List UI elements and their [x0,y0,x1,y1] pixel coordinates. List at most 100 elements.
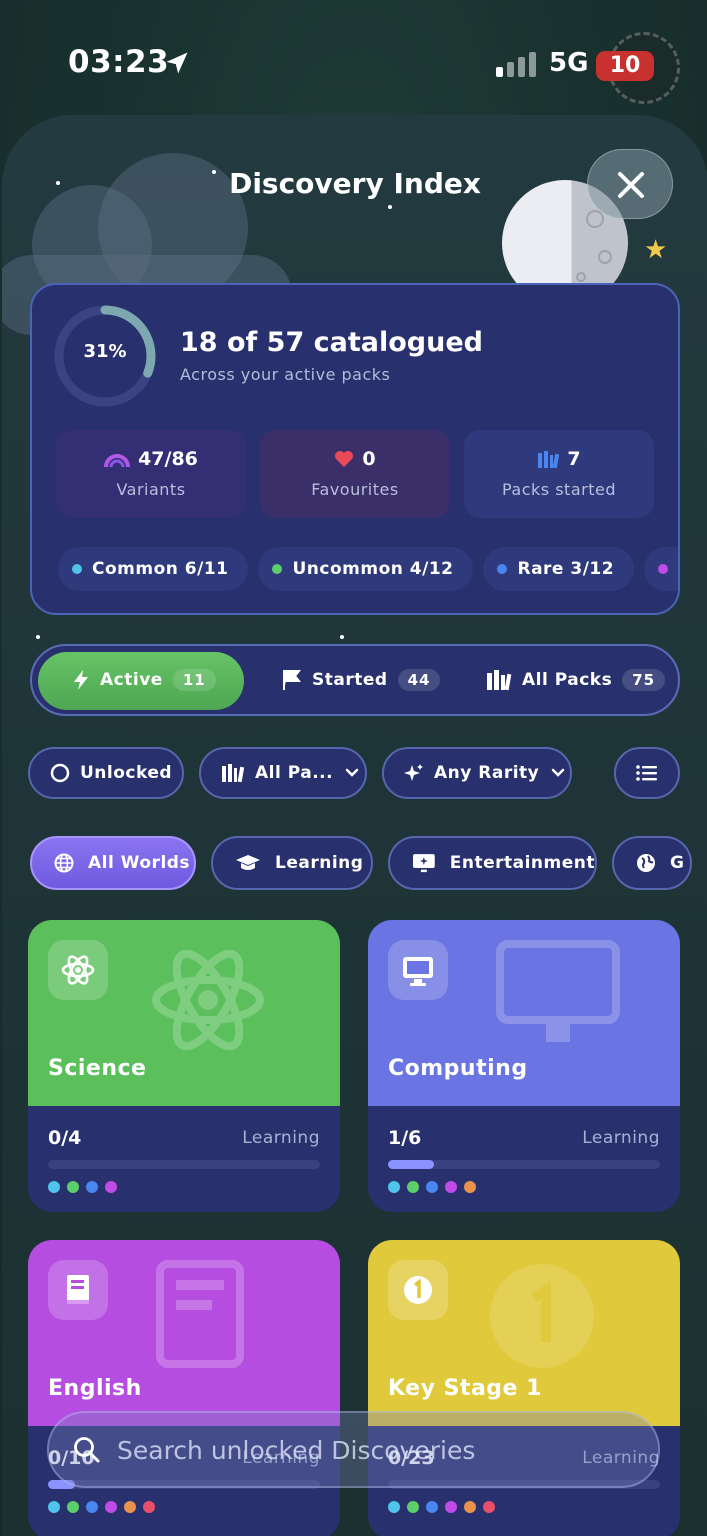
circle-outline-icon [50,763,70,783]
world-chip-learning[interactable]: Learning [211,836,373,890]
card-title: English [48,1376,142,1401]
world-chip-entertainment[interactable]: Entertainment [388,836,597,890]
list-icon [636,765,657,781]
rarity-dot-icon [105,1181,117,1193]
rarity-dots [48,1181,117,1193]
rarity-dot-icon [86,1181,98,1193]
card-header: English [28,1240,340,1426]
rarity-label: Rare 3/12 [517,559,615,579]
rarity-dot-icon [48,1501,60,1513]
search-icon [74,1437,100,1463]
card-progress-bar [48,1160,320,1169]
card-title: Computing [388,1056,528,1081]
world-chip-label: G [670,853,685,873]
stat-packs-label: Packs started [502,480,616,499]
books-icon [487,670,512,691]
world-card-computing[interactable]: Computing 1/6 Learning [368,920,680,1212]
rarity-dot-icon [464,1501,476,1513]
card-title: Science [48,1056,147,1081]
star-dot [340,635,344,639]
rarity-chip-epic[interactable]: E [644,547,678,591]
world-chip-all-worlds[interactable]: All Worlds [30,836,196,890]
rarity-dot-icon [483,1501,495,1513]
pack-scope-segmented-control: Active 11 Started 44 All Packs 75 [30,644,680,716]
segment-all-packs-label: All Packs [522,670,613,690]
monitor-watermark-icon [496,940,620,1042]
world-chip-label: Learning [275,853,364,873]
rarity-chips: Common 6/11 Uncommon 4/12 Rare 3/12 E [58,547,678,591]
progress-percent: 31% [83,341,127,362]
flag-icon [283,670,302,690]
stat-favourites-label: Favourites [311,480,399,499]
book-icon [48,1260,108,1320]
book-watermark-icon [156,1260,244,1368]
star-icon: ★ [644,235,668,265]
stat-packs-value: 7 [567,448,581,470]
close-icon [618,172,644,198]
globe-icon [54,853,74,873]
segment-active-label: Active [100,670,163,690]
star-dot [388,205,392,209]
uncommon-dot-icon [272,564,283,574]
segment-active-count: 11 [172,669,216,691]
rarity-dot-icon [426,1501,438,1513]
world-card-english[interactable]: English 0/10 Learning [28,1240,340,1536]
screen-icon [412,854,435,873]
rarity-dot-icon [407,1501,419,1513]
search-input[interactable] [117,1427,637,1473]
list-view-toggle-button[interactable] [614,747,680,799]
status-time: 03:23 [68,44,170,80]
number-one-watermark-icon [490,1264,594,1368]
rare-dot-icon [497,564,508,574]
world-card-science[interactable]: Science 0/4 Learning [28,920,340,1212]
search-bar[interactable] [47,1411,660,1488]
rarity-dot-icon [426,1181,438,1193]
discovery-sheet: ★ Discovery Index 31% 18 of 57 catalogue… [2,115,707,1536]
world-chip-more[interactable]: G [612,836,692,890]
world-card-key-stage-1[interactable]: Key Stage 1 0/23 Learning [368,1240,680,1536]
star-dot [36,635,40,639]
stat-packs-started: 7 Packs started [464,430,654,518]
catalogue-summary-card: 31% 18 of 57 catalogued Across your acti… [30,283,680,615]
rarity-dot-icon [67,1181,79,1193]
segment-started[interactable]: Started 44 [282,646,441,714]
rarity-filter-dropdown[interactable]: Any Rarity [382,747,572,799]
rarity-label: Common 6/11 [92,559,229,579]
rarity-dot-icon [445,1181,457,1193]
card-progress-bar [388,1160,660,1169]
rarity-chip-uncommon[interactable]: Uncommon 4/12 [258,547,474,591]
rarity-chip-rare[interactable]: Rare 3/12 [483,547,635,591]
number-one-icon [388,1260,448,1320]
stat-variants-value: 47/86 [138,448,198,470]
close-button[interactable] [587,149,673,219]
common-dot-icon [72,564,82,574]
card-category: Learning [242,1128,320,1148]
signal-icon [496,52,536,77]
unlocked-filter-label: Unlocked [80,763,173,783]
chevron-down-icon [551,768,565,778]
world-chip-label: Entertainment [449,853,595,873]
chevron-down-icon [345,768,359,778]
card-header: Science [28,920,340,1106]
catalogued-count: 18 of 57 catalogued [180,327,483,358]
pack-filter-dropdown[interactable]: All Pa... [199,747,367,799]
rarity-dots [388,1501,495,1513]
battery-indicator: 10 [596,51,654,81]
graduation-cap-icon [236,855,260,870]
segment-active[interactable]: Active 11 [72,646,216,714]
world-chip-label: All Worlds [88,853,191,873]
segment-all-packs[interactable]: All Packs 75 [486,646,666,714]
location-arrow-icon [166,52,188,74]
card-header: Computing [368,920,680,1106]
rarity-dot-icon [48,1181,60,1193]
card-progress-count: 1/6 [388,1127,422,1149]
rarity-chip-common[interactable]: Common 6/11 [58,547,249,591]
card-progress-count: 0/4 [48,1127,82,1149]
unlocked-filter-chip[interactable]: Unlocked [28,747,184,799]
card-category: Learning [582,1128,660,1148]
stat-variants-label: Variants [116,480,186,499]
rainbow-icon [104,454,131,468]
epic-dot-icon [658,564,669,574]
rarity-dot-icon [464,1181,476,1193]
network-type: 5G [549,48,589,78]
